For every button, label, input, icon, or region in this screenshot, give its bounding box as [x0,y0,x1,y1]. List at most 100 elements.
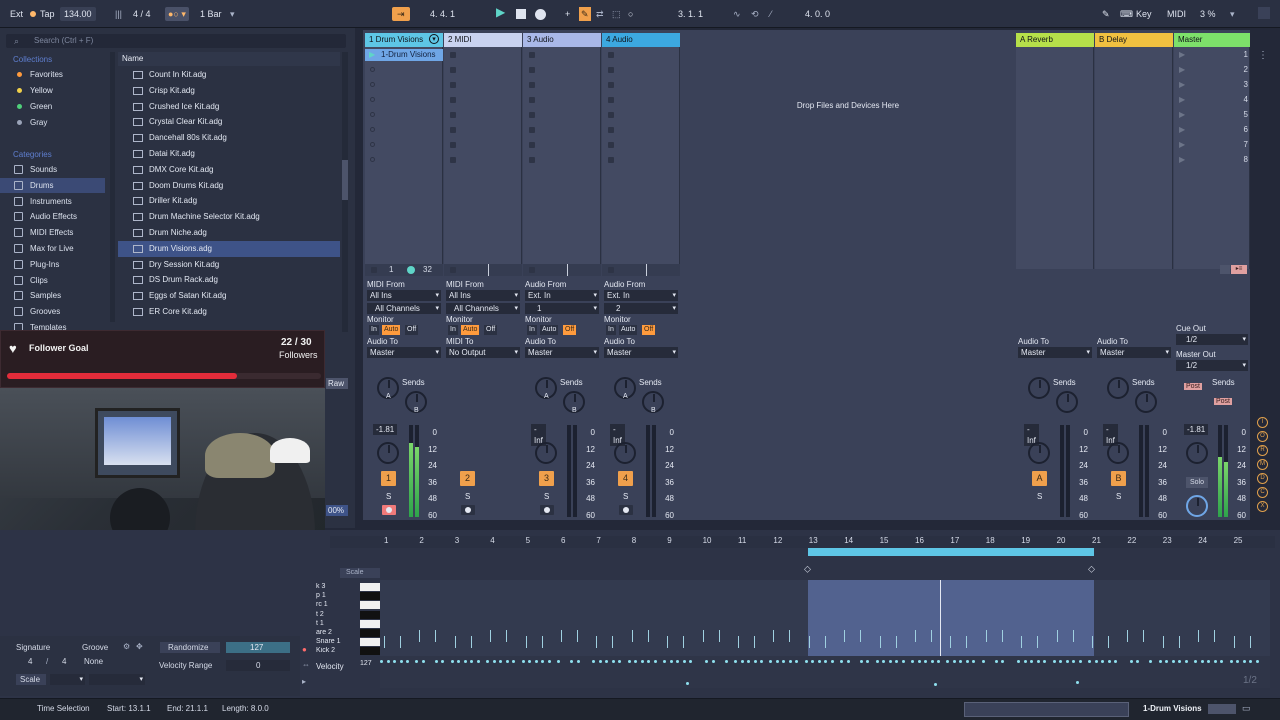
clip-stop-slot[interactable] [529,52,535,58]
scene-number[interactable]: 7 [1236,140,1248,149]
velocity-marker[interactable] [917,660,921,663]
beat-ruler[interactable]: 1 2 3 4 5 6 7 8 9 10 11 12 13 14 15 16 17 18 19 20 21 22 23 24 2… [378,536,1268,548]
velocity-marker[interactable] [492,660,496,663]
signature-numerator[interactable]: 4 [28,657,32,666]
velocity-marker[interactable] [505,660,509,663]
note-hit[interactable] [702,630,704,642]
note-hit[interactable] [419,630,421,642]
velocity-marker[interactable] [1036,660,1040,663]
note-hit[interactable] [1198,630,1200,642]
scene-launch-icon[interactable]: ▶ [1179,80,1185,89]
velocity-marker[interactable] [1158,660,1162,663]
send-b-knob[interactable] [1056,391,1078,413]
velocity-marker[interactable] [830,660,834,663]
expand-icon[interactable]: ▸ [302,677,306,686]
cpu-chevron-icon[interactable]: ▾ [1230,7,1235,21]
track-stop-button[interactable] [529,267,535,273]
clip-icon[interactable] [1208,704,1236,714]
velocity-range-value[interactable]: 0 [226,660,290,671]
velocity-marker[interactable] [804,660,808,663]
clip-stop-slot[interactable] [529,67,535,73]
solo-cue-button[interactable]: Solo [1186,477,1208,488]
velocity-marker[interactable] [981,660,985,663]
velocity-marker[interactable] [1171,660,1175,663]
input-type-select[interactable]: Ext. In [525,290,599,301]
session-record-icon[interactable] [1220,265,1230,274]
monitor-in-button[interactable]: In [448,325,458,335]
scene-number[interactable]: 2 [1236,65,1248,74]
solo-button[interactable]: S [1037,492,1042,501]
metronome-button[interactable]: ●○ ▾ [165,7,189,21]
note-hit[interactable] [454,636,456,648]
clip-record-slot[interactable] [370,142,375,147]
output-select[interactable]: Master [367,347,441,358]
clip-record-slot[interactable] [370,67,375,72]
post-button-b[interactable]: Post [1214,398,1233,405]
velocity-marker[interactable] [1101,660,1104,663]
input-channel-select[interactable]: All Channels [446,303,520,314]
velocity-marker[interactable] [627,660,631,663]
note-hit[interactable] [631,630,633,642]
velocity-marker[interactable] [611,660,615,663]
file-item[interactable]: Eggs of Satan Kit.adg [118,288,340,304]
note-hit[interactable] [738,636,739,648]
velocity-marker[interactable] [724,660,728,663]
note-hit[interactable] [1037,636,1039,648]
velocity-marker[interactable] [406,660,409,663]
note-hit[interactable] [541,636,543,648]
fold-scale-button[interactable]: Scale [340,568,380,578]
velocity-marker[interactable] [1088,660,1091,663]
piano-key[interactable] [360,583,380,591]
pan-knob[interactable] [377,442,399,464]
track-activator[interactable]: 3 [539,471,554,486]
scene-launch-icon[interactable]: ▶ [1179,65,1185,74]
monitor-off-button[interactable]: Off [563,325,577,335]
velocity-marker[interactable] [393,660,396,663]
note-hit[interactable] [966,636,968,648]
note-hit[interactable] [1127,630,1129,642]
scene-launch-icon[interactable]: ▶ [1179,125,1185,134]
view-toggle-icon[interactable]: O [1257,431,1268,442]
ext-sync-button[interactable]: Ext [10,7,23,21]
quantize-select[interactable]: 1 Bar [200,7,222,21]
name-column-header[interactable]: Name [118,52,340,66]
note-hit[interactable] [612,636,614,648]
scale-root-select[interactable] [50,674,85,685]
groove-hot-swap-icon[interactable]: ✥ [136,642,143,651]
return-output-select[interactable]: Master [1018,347,1092,358]
monitor-auto-button[interactable]: Auto [382,325,401,335]
note-hit[interactable] [754,636,755,648]
pan-knob[interactable] [535,442,557,464]
scene-launch-icon[interactable]: ▶ [1179,140,1185,149]
velocity-marker[interactable] [1052,660,1056,663]
clip-stop-slot[interactable] [608,67,614,73]
clip-stop-slot[interactable] [608,52,614,58]
clip-stop-slot[interactable] [529,127,535,133]
note-hit[interactable] [435,630,437,642]
collection-item[interactable]: Favorites [0,67,105,82]
file-item[interactable]: Doom Drums Kit.adg [118,178,340,194]
clip-stop-slot[interactable] [529,157,535,163]
note-hit[interactable] [506,630,508,642]
velocity-marker[interactable] [1213,660,1217,663]
note-hit[interactable] [789,630,791,642]
track-header[interactable]: 3 Audio [523,33,601,47]
note-hit[interactable] [808,636,810,648]
file-item[interactable]: Crushed Ice Kit.adg [118,99,340,115]
velocity-marker[interactable] [686,682,689,685]
file-item[interactable]: Crisp Kit.adg [118,83,340,99]
mixer-section-icon[interactable]: ▸≡ [1231,265,1247,274]
velocity-marker[interactable] [598,660,602,663]
file-item[interactable]: Drum Visions.adg [118,240,340,257]
input-channel-select[interactable]: All Channels [367,303,441,314]
file-item[interactable]: ER Core Kit.adg [118,304,340,320]
input-channel-select[interactable]: 2 [604,303,678,314]
category-item[interactable]: Grooves [0,304,105,319]
collection-item[interactable]: Green [0,99,105,114]
clip-stop-slot[interactable] [529,112,535,118]
category-item[interactable]: MIDI Effects [0,225,105,240]
velocity-marker[interactable] [682,660,686,663]
velocity-marker[interactable] [875,660,879,663]
track-stop-button[interactable] [608,267,614,273]
monitor-off-button[interactable]: Off [405,325,419,335]
